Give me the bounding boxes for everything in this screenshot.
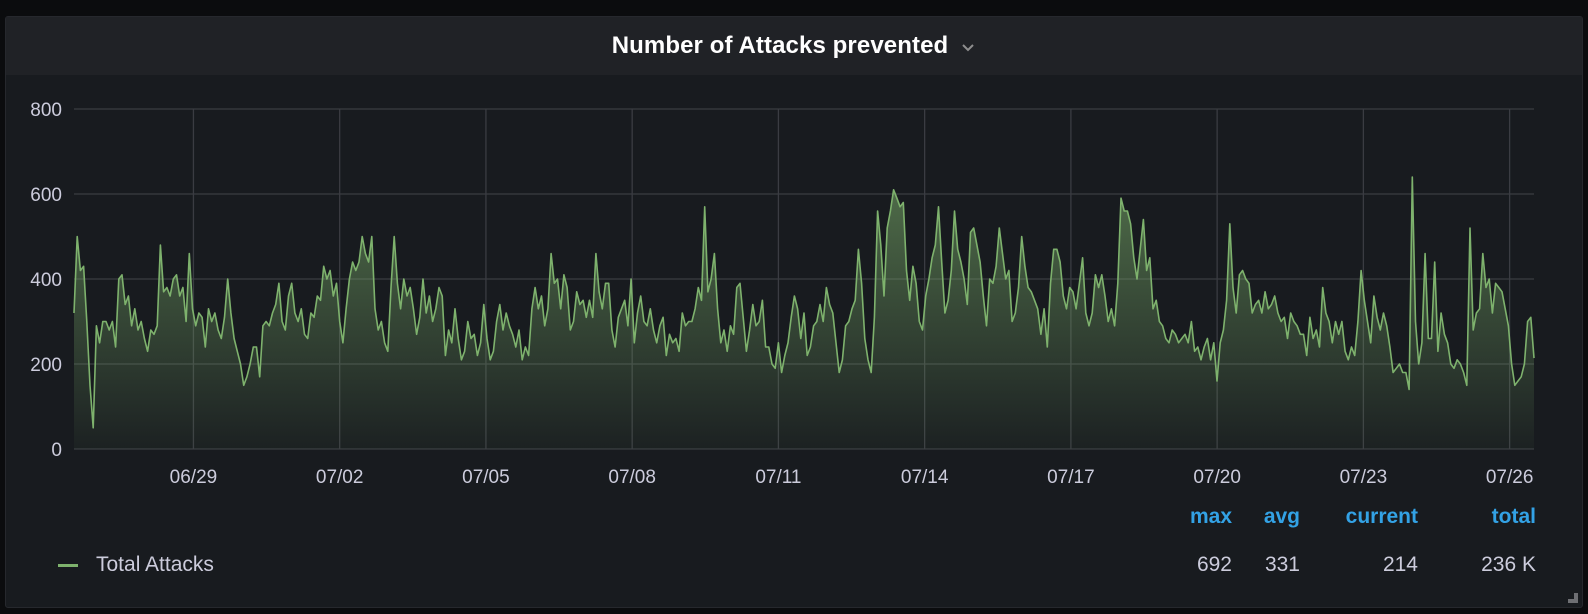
y-axis: 0 200 400 600 800 — [30, 100, 62, 461]
y-tick-label: 200 — [30, 355, 62, 376]
legend-value-current: 214 — [1382, 553, 1418, 576]
series-total-attacks[interactable] — [73, 176, 1535, 449]
y-tick-label: 400 — [30, 270, 62, 291]
legend-header-max[interactable]: max — [1190, 505, 1232, 529]
resize-handle-icon[interactable] — [1568, 593, 1578, 603]
legend-series-total-attacks[interactable]: Total Attacks — [58, 553, 214, 577]
x-tick-label: 07/02 — [316, 467, 364, 488]
y-tick-label: 600 — [30, 185, 62, 206]
x-tick-label: 07/14 — [901, 467, 949, 488]
x-axis: 06/29 07/02 07/05 07/08 07/11 07/14 07/17 07/20… — [170, 467, 1534, 488]
attacks-chart: 0200400600800 06/29 07/02 07/05 07/08 07/11 0… — [30, 100, 1535, 488]
x-tick-label: 07/23 — [1340, 467, 1388, 488]
legend-value-max: 692 — [1196, 553, 1232, 576]
legend-value-total: 236 K — [1481, 553, 1536, 576]
x-tick-label: 07/11 — [755, 467, 801, 488]
legend: Total Attacks max 692 avg 331 current 21… — [6, 497, 1582, 597]
legend-value-avg: 331 — [1264, 553, 1300, 576]
x-tick-label: 07/05 — [462, 467, 510, 488]
x-tick-label: 07/08 — [608, 467, 656, 488]
x-tick-label: 07/17 — [1047, 467, 1095, 488]
x-tick-label: 06/29 — [170, 467, 218, 488]
x-tick-label: 07/26 — [1486, 467, 1534, 488]
x-tick-label: 07/20 — [1193, 467, 1241, 488]
legend-header-current[interactable]: current — [1346, 505, 1418, 529]
legend-series-swatch — [58, 563, 78, 567]
y-tick-label: 800 — [30, 100, 62, 121]
legend-header-total[interactable]: total — [1492, 505, 1536, 529]
legend-series-label: Total Attacks — [96, 553, 214, 576]
legend-header-avg[interactable]: avg — [1264, 505, 1300, 529]
y-tick-label: 0 — [51, 440, 62, 461]
